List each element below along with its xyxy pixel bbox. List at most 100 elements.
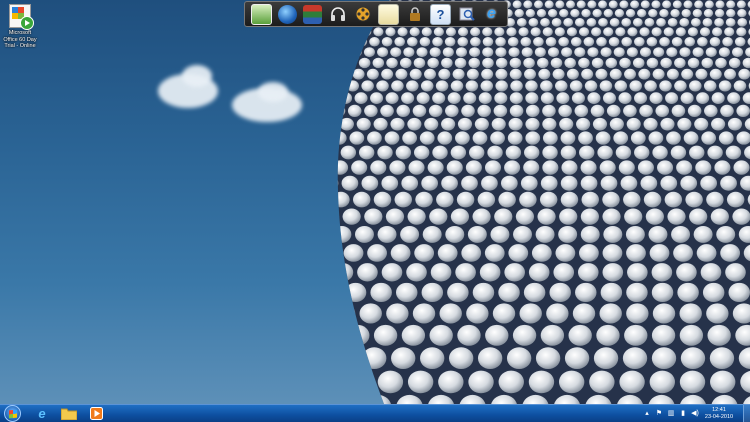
facade-disc xyxy=(487,145,503,160)
facade-disc xyxy=(715,0,725,9)
facade-disc xyxy=(671,225,691,243)
internet-explorer-icon: e xyxy=(38,406,46,421)
facade-disc xyxy=(648,225,668,243)
facade-disc xyxy=(349,27,360,37)
facade-disc xyxy=(364,208,383,225)
facade-disc xyxy=(591,57,604,69)
books-icon[interactable] xyxy=(303,4,322,24)
facade-disc xyxy=(373,117,388,131)
facade-disc xyxy=(710,370,736,394)
lock-icon[interactable] xyxy=(405,5,424,24)
facade-disc xyxy=(338,68,351,80)
clock[interactable]: 12:41 23-04-2010 xyxy=(703,407,735,421)
facade-disc xyxy=(618,92,632,104)
facade-disc xyxy=(718,80,732,92)
facade-disc xyxy=(593,347,619,370)
internet-explorer-icon[interactable]: e xyxy=(482,5,501,24)
facade-disc xyxy=(391,347,416,370)
facade-disc xyxy=(566,68,579,80)
facade-disc xyxy=(337,104,346,117)
clock-time: 12:41 xyxy=(712,406,726,413)
facade-disc xyxy=(525,80,538,92)
show-desktop-button[interactable] xyxy=(743,405,750,422)
facade-disc xyxy=(652,68,665,80)
facade-disc xyxy=(540,324,565,346)
action-center-flag-icon[interactable]: ⚑ xyxy=(655,410,663,418)
facade-disc xyxy=(643,191,662,208)
office-trial-shortcut[interactable]: Microsoft Office 60 Day Trial - Online xyxy=(2,4,38,50)
notepad-icon[interactable] xyxy=(378,3,399,25)
facade-disc xyxy=(620,175,638,191)
facade-disc xyxy=(523,0,533,9)
facade-disc xyxy=(346,80,359,92)
facade-disc xyxy=(600,282,623,303)
facade-disc xyxy=(350,47,362,58)
facade-disc xyxy=(689,80,702,92)
facade-disc xyxy=(385,92,399,104)
windows-explorer-taskbar-button[interactable] xyxy=(57,406,81,421)
facade-disc xyxy=(445,225,465,243)
facade-disc xyxy=(429,47,441,58)
facade-disc xyxy=(727,92,741,104)
facade-disc xyxy=(679,324,704,346)
facade-disc xyxy=(609,17,620,27)
facade-disc xyxy=(337,175,339,191)
facade-disc xyxy=(675,27,686,37)
facade-disc xyxy=(603,8,613,18)
facade-disc xyxy=(597,145,613,160)
facade-disc xyxy=(715,57,727,69)
facade-disc xyxy=(660,175,678,191)
facade-disc xyxy=(542,160,559,175)
facade-disc xyxy=(580,175,598,191)
facade-disc xyxy=(615,145,632,160)
facade-disc xyxy=(572,303,596,324)
facade-disc xyxy=(356,117,371,131)
facade-disc xyxy=(702,282,725,303)
photo-viewer-icon[interactable] xyxy=(251,3,272,25)
power-icon[interactable]: ▮ xyxy=(679,410,687,418)
facade-disc xyxy=(352,191,371,208)
facade-disc xyxy=(424,68,437,80)
globe-icon[interactable] xyxy=(278,4,297,24)
facade-disc xyxy=(461,244,482,262)
facade-disc xyxy=(422,225,442,243)
facade-disc xyxy=(484,244,505,262)
facade-disc xyxy=(670,8,680,18)
media-player-taskbar-button[interactable] xyxy=(84,406,108,421)
facade-disc xyxy=(555,0,565,9)
internet-explorer-taskbar-button[interactable]: e xyxy=(30,406,54,421)
facade-disc xyxy=(556,92,570,104)
film-reel-icon[interactable] xyxy=(353,5,372,24)
network-icon[interactable]: ▥ xyxy=(667,410,675,418)
facade-disc xyxy=(421,27,432,37)
magnifier-icon[interactable] xyxy=(457,5,476,24)
facade-disc xyxy=(710,208,729,225)
facade-disc xyxy=(324,69,336,80)
facade-disc xyxy=(528,370,555,394)
facade-disc xyxy=(684,37,696,47)
facade-disc xyxy=(587,47,599,58)
start-button[interactable] xyxy=(4,405,21,422)
facade-disc xyxy=(339,117,354,131)
headphones-icon[interactable] xyxy=(328,5,347,24)
help-icon[interactable]: ? xyxy=(430,3,451,25)
volume-icon[interactable]: ◀) xyxy=(691,410,699,418)
show-hidden-icons-icon[interactable]: ▴ xyxy=(643,410,651,418)
facade-disc xyxy=(600,47,612,58)
facade-disc xyxy=(540,17,550,27)
facade-disc xyxy=(677,282,699,303)
facade-disc xyxy=(498,370,524,394)
facade-disc xyxy=(467,225,487,243)
facade-disc xyxy=(643,117,658,131)
facade-disc xyxy=(560,191,579,208)
facade-disc xyxy=(482,37,494,47)
facade-disc xyxy=(576,117,591,131)
facade-disc xyxy=(558,370,585,394)
facade-disc xyxy=(637,160,654,175)
facade-disc xyxy=(457,37,469,47)
facade-disc xyxy=(491,117,506,131)
facade-disc xyxy=(477,347,503,370)
facade-disc xyxy=(337,225,352,243)
facade-disc xyxy=(514,8,524,18)
facade-disc xyxy=(568,324,592,346)
